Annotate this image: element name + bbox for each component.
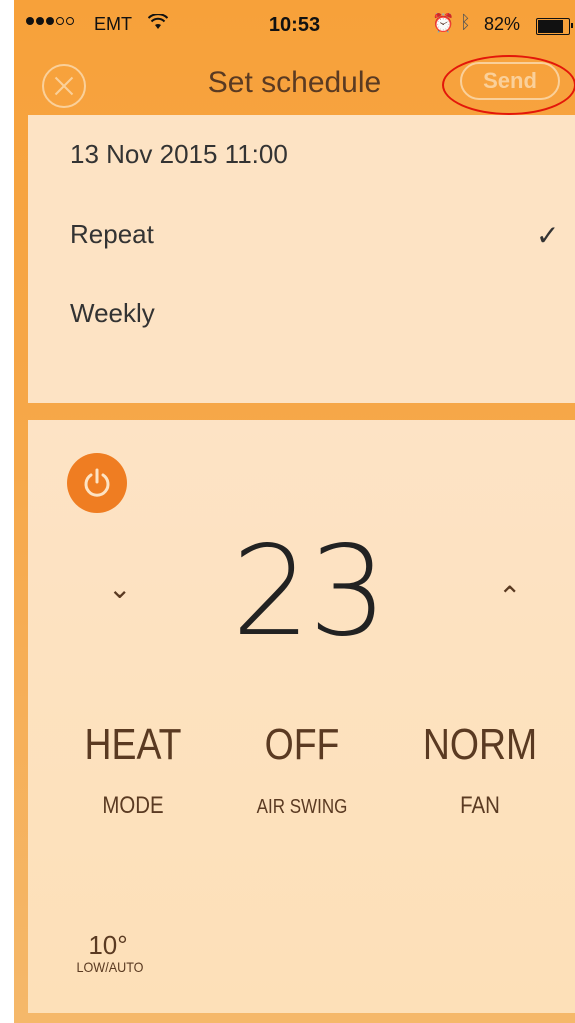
power-button[interactable] (67, 453, 127, 513)
battery-percent: 82% (484, 14, 521, 34)
setback-control[interactable]: 10° LOW/AUTO (73, 930, 144, 975)
setback-value: 10° (88, 930, 128, 960)
setback-label: LOW/AUTO (76, 959, 144, 975)
repeat-label[interactable]: Repeat (70, 219, 154, 250)
status-bar: EMT 10:53 ⏰ ᛒ 82% (14, 0, 575, 50)
alarm-icon: ⏰ (432, 13, 455, 33)
air-swing-label: AIR SWING (256, 796, 348, 818)
climate-control-panel: ⌄ 23 ⌃ HEAT MODE OFF AIR SWING NORM FAN … (28, 420, 575, 1013)
schedule-datetime[interactable]: 13 Nov 2015 11:00 (70, 139, 288, 170)
temp-up-chevron-icon[interactable]: ⌃ (498, 580, 521, 613)
repeat-checkmark-icon[interactable]: ✓ (536, 219, 559, 252)
repeat-frequency[interactable]: Weekly (70, 298, 155, 329)
air-swing-value[interactable]: OFF (226, 720, 379, 770)
nav-bar: Set schedule Send (14, 50, 575, 115)
fan-label: FAN (460, 792, 500, 819)
schedule-panel: 13 Nov 2015 11:00 Repeat ✓ Weekly (28, 115, 575, 403)
power-icon (84, 468, 110, 497)
app-screen: EMT 10:53 ⏰ ᛒ 82% Set schedule Send 13 N… (14, 0, 575, 1023)
temperature-value: 23 (231, 520, 388, 664)
bluetooth-icon: ᛒ (460, 12, 471, 32)
mode-label: MODE (102, 792, 164, 819)
fan-value[interactable]: NORM (404, 720, 557, 770)
mode-value[interactable]: HEAT (57, 720, 210, 770)
battery-icon (536, 18, 573, 35)
annotation-highlight-circle (442, 55, 575, 115)
